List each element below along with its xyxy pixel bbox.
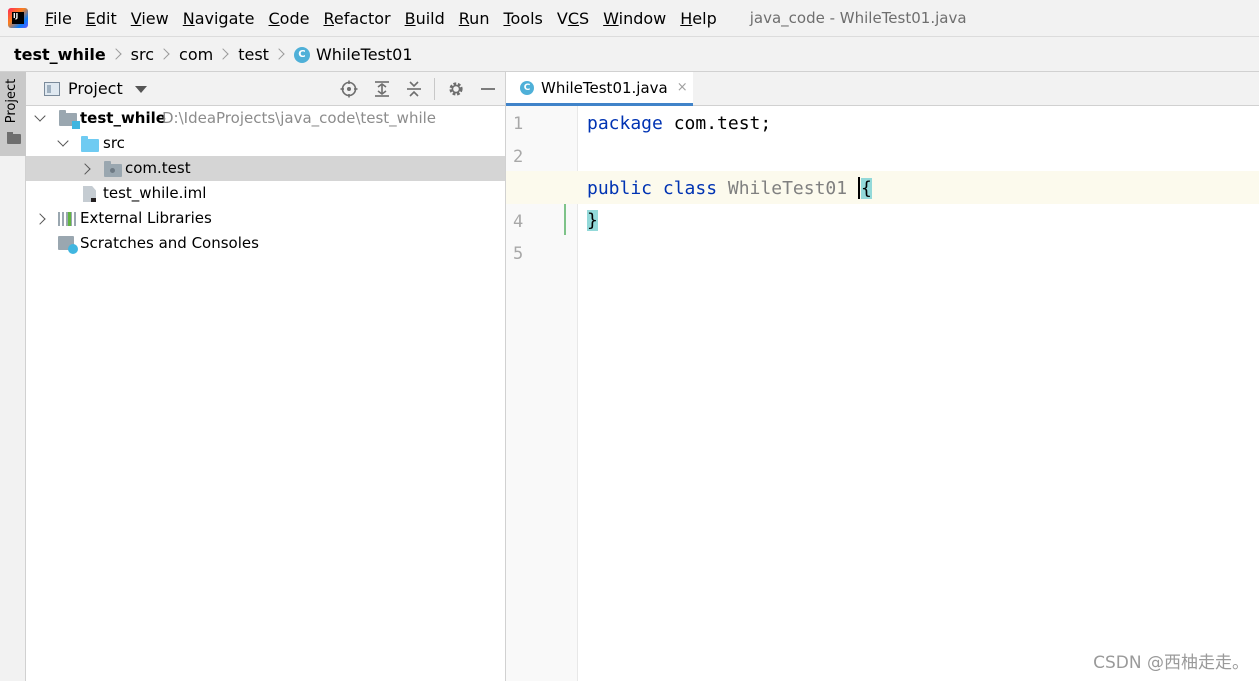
line-number: 2 <box>513 147 524 167</box>
class-icon: C <box>293 47 310 63</box>
code-class-name: WhileTest01 <box>717 178 858 199</box>
watermark: CSDN @西柚走走。 <box>1093 653 1249 673</box>
tree-node-scratches[interactable]: Scratches and Consoles <box>26 231 505 256</box>
breadcrumb-item-src[interactable]: src <box>131 45 154 64</box>
module-folder-icon <box>59 110 80 129</box>
tree-node-label: test_while.iml <box>103 184 207 202</box>
locate-icon[interactable] <box>339 79 359 99</box>
menu-refactor[interactable]: Refactor <box>316 9 397 28</box>
breadcrumb-class-label: WhileTest01 <box>315 44 413 64</box>
menu-bar: IJ File Edit View Navigate Code Refactor Build… <box>0 0 1259 36</box>
editor-tab-whiletest01[interactable]: C WhileTest01.java × <box>506 72 693 106</box>
menu-build[interactable]: Build <box>398 9 452 28</box>
collapse-all-icon[interactable] <box>404 79 424 99</box>
breadcrumb-separator-icon <box>277 47 284 61</box>
tree-node-iml-file[interactable]: test_while.iml <box>26 181 505 206</box>
editor-tab-bar: C WhileTest01.java × <box>506 72 1259 106</box>
chevron-down-icon[interactable] <box>134 86 147 93</box>
breadcrumb-separator-icon <box>162 47 169 61</box>
menu-navigate[interactable]: Navigate <box>176 9 262 28</box>
project-panel-header: Project <box>26 72 505 106</box>
project-tool-window-button[interactable]: Project <box>0 72 26 156</box>
menu-file[interactable]: File <box>38 9 79 28</box>
menu-code[interactable]: Code <box>262 9 317 28</box>
menu-vcs[interactable]: VCS <box>550 9 596 28</box>
tree-node-external-libraries[interactable]: External Libraries <box>26 206 505 231</box>
tree-node-package[interactable]: com.test <box>26 156 505 181</box>
line-number: 5 <box>513 244 524 264</box>
scratches-icon <box>58 236 78 254</box>
breadcrumb-item-com[interactable]: com <box>179 45 213 64</box>
class-icon: C <box>520 80 534 95</box>
chevron-right-icon[interactable] <box>82 164 92 174</box>
menu-view[interactable]: View <box>124 9 176 28</box>
tree-node-label: com.test <box>125 159 191 177</box>
code-keyword: package <box>587 113 663 134</box>
editor-tab-label: WhileTest01.java <box>541 78 668 97</box>
tree-node-label: src <box>103 134 125 152</box>
code-brace-open: { <box>860 178 872 199</box>
project-tool-window-label: Project <box>4 78 19 124</box>
source-folder-icon <box>81 136 99 152</box>
breadcrumb-item-class[interactable]: C WhileTest01 <box>293 44 413 64</box>
menu-tools[interactable]: Tools <box>496 9 549 28</box>
left-tool-stripe: Project <box>0 72 26 681</box>
breadcrumb-item-project[interactable]: test_while <box>14 45 106 64</box>
tree-node-label: External Libraries <box>80 209 212 227</box>
breadcrumb: test_while src com test C WhileTest01 <box>0 36 1259 72</box>
hide-panel-icon[interactable] <box>478 79 498 99</box>
intellij-logo-icon[interactable]: IJ <box>8 8 28 28</box>
window-title: java_code - WhileTest01.java <box>749 9 967 27</box>
libraries-icon <box>58 212 76 226</box>
tree-node-path: D:\IdeaProjects\java_code\test_while <box>162 109 437 127</box>
project-tool-window: Project test_while D:\IdeaProjects\java_… <box>26 72 506 681</box>
folder-icon <box>7 132 21 144</box>
code-brace-close: } <box>587 210 598 231</box>
breadcrumb-separator-icon <box>114 47 121 61</box>
chevron-right-icon[interactable] <box>37 214 47 224</box>
tree-node-label: Scratches and Consoles <box>80 234 259 252</box>
package-icon <box>104 161 122 177</box>
code-editor[interactable]: package com.test; public class WhileTest… <box>506 106 1259 681</box>
text-caret <box>857 176 860 199</box>
code-line-3: public class WhileTest01 { <box>587 176 872 199</box>
tree-node-label: test_while <box>80 109 166 127</box>
chevron-down-icon[interactable] <box>58 138 68 148</box>
code-keyword: public class <box>587 178 718 199</box>
iml-file-icon <box>83 186 96 202</box>
project-view-selector[interactable]: Project <box>68 79 123 98</box>
menu-help[interactable]: Help <box>673 9 723 28</box>
main-menu: File Edit View Navigate Code Refactor Build Run… <box>38 9 724 28</box>
menu-edit[interactable]: Edit <box>79 9 124 28</box>
line-number: 4 <box>513 212 524 232</box>
toolbar-divider <box>434 78 435 100</box>
tree-node-project-root[interactable]: test_while D:\IdeaProjects\java_code\tes… <box>26 106 505 131</box>
breadcrumb-separator-icon <box>221 47 228 61</box>
close-icon[interactable]: × <box>677 80 688 95</box>
code-line-4: } <box>587 210 598 231</box>
code-line-1: package com.test; <box>587 113 771 134</box>
code-text: com.test; <box>662 113 772 134</box>
tree-node-src[interactable]: src <box>26 131 505 156</box>
project-view-icon <box>44 81 60 96</box>
settings-icon[interactable] <box>446 79 466 99</box>
breadcrumb-item-test[interactable]: test <box>238 45 269 64</box>
menu-run[interactable]: Run <box>452 9 497 28</box>
expand-all-icon[interactable] <box>372 79 392 99</box>
chevron-down-icon[interactable] <box>35 113 45 123</box>
menu-window[interactable]: Window <box>596 9 673 28</box>
line-number: 1 <box>513 114 524 134</box>
editor-area: C WhileTest01.java × 1 2 3 4 5 package c… <box>506 72 1259 681</box>
